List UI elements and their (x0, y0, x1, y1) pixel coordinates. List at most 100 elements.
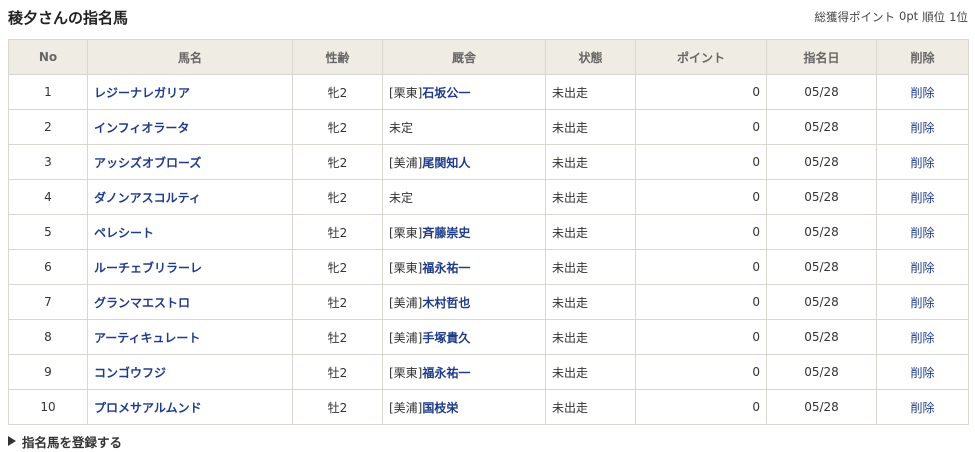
row-no: 2 (8, 109, 88, 145)
pick-date: 05/28 (766, 354, 877, 390)
trainer-link[interactable]: 石坂公一 (422, 86, 470, 100)
stable-region: [栗東] (389, 365, 423, 380)
stable-cell: [栗東]福永祐一 (382, 354, 546, 390)
column-header-status: 状態 (545, 39, 636, 75)
status: 未出走 (545, 354, 636, 390)
table-row: 10 プロメサアルムンド 牡2 [美浦]国枝栄 未出走 0 05/28 削除 (8, 389, 969, 425)
stable-cell: 未定 (382, 179, 546, 215)
points: 0 (635, 249, 767, 285)
picks-table: No 馬名 性齢 厩舎 状態 ポイント 指名日 削除 1 レジーナレガリア 牝2 [栗… (8, 39, 969, 425)
sex-age: 牡2 (292, 389, 383, 425)
horse-name-link[interactable]: インフィオラータ (94, 121, 189, 135)
horse-name-link[interactable]: ルーチェブリラーレ (94, 261, 202, 275)
status: 未出走 (545, 214, 636, 250)
stable-region: 未定 (389, 190, 414, 205)
pick-date: 05/28 (766, 389, 877, 425)
sex-age: 牝2 (292, 249, 383, 285)
horse-name-link[interactable]: アーティキュレート (94, 331, 200, 345)
horse-name-link[interactable]: アッシズオブローズ (94, 156, 201, 170)
column-header-delete: 削除 (876, 39, 969, 75)
row-no: 7 (8, 284, 88, 320)
status: 未出走 (545, 319, 636, 355)
points-summary: 総獲得ポイント 0pt 順位 1位 (815, 9, 968, 25)
horse-name-link[interactable]: プロメサアルムンド (94, 401, 202, 415)
trainer-link[interactable]: 福永祐一 (422, 366, 470, 380)
sex-age: 牝2 (292, 144, 383, 180)
register-horse-label: 指名馬を登録する (22, 434, 123, 450)
column-header-points: ポイント (635, 39, 767, 75)
horse-name-link[interactable]: グランマエストロ (94, 296, 190, 310)
trainer-link[interactable]: 福永祐一 (422, 261, 470, 275)
stable-region: [美浦] (389, 400, 423, 415)
horse-name-link[interactable]: コンゴウフジ (94, 366, 166, 380)
status: 未出走 (545, 109, 636, 145)
row-no: 9 (8, 354, 88, 390)
stable-cell: 未定 (382, 109, 546, 145)
stable-region: [栗東] (389, 260, 423, 275)
sex-age: 牝2 (292, 74, 383, 110)
total-points-value: 0pt (899, 9, 919, 23)
trainer-link[interactable]: 尾関知人 (422, 156, 470, 170)
points: 0 (635, 214, 767, 250)
status: 未出走 (545, 179, 636, 215)
sex-age: 牝2 (292, 179, 383, 215)
status: 未出走 (545, 389, 636, 425)
delete-link[interactable]: 削除 (910, 156, 934, 170)
triangle-right-icon (8, 436, 16, 446)
points: 0 (635, 109, 767, 145)
row-no: 8 (8, 319, 88, 355)
table-body: 1 レジーナレガリア 牝2 [栗東]石坂公一 未出走 0 05/28 削除 2 インフィオラータ牝… (8, 74, 969, 425)
table-row: 8 アーティキュレート 牡2 [美浦]手塚貴久 未出走 0 05/28 削除 (8, 319, 969, 355)
points: 0 (635, 389, 767, 425)
horse-name-link[interactable]: レジーナレガリア (94, 86, 190, 100)
delete-link[interactable]: 削除 (910, 296, 934, 310)
horse-name-link[interactable]: ダノンアスコルティ (94, 191, 201, 205)
sex-age: 牡2 (292, 214, 383, 250)
pick-date: 05/28 (766, 319, 877, 355)
stable-cell: [栗東]福永祐一 (382, 249, 546, 285)
table-header-row: No 馬名 性齢 厩舎 状態 ポイント 指名日 削除 (8, 39, 969, 75)
register-horse-link[interactable]: 指名馬を登録する (8, 432, 122, 450)
table-row: 3 アッシズオブローズ 牝2 [美浦]尾関知人 未出走 0 05/28 削除 (8, 144, 969, 180)
delete-link[interactable]: 削除 (910, 261, 934, 275)
trainer-link[interactable]: 斉藤崇史 (422, 226, 470, 240)
trainer-link[interactable]: 木村哲也 (422, 296, 470, 310)
stable-cell: [栗東]斉藤崇史 (382, 214, 546, 250)
points: 0 (635, 319, 767, 355)
status: 未出走 (545, 74, 636, 110)
delete-link[interactable]: 削除 (910, 401, 934, 415)
stable-region: [美浦] (389, 295, 423, 310)
column-header-name: 馬名 (87, 39, 293, 75)
delete-link[interactable]: 削除 (910, 331, 934, 345)
delete-link[interactable]: 削除 (910, 86, 934, 100)
trainer-link[interactable]: 手塚貴久 (422, 331, 470, 345)
sex-age: 牡2 (292, 284, 383, 320)
sex-age: 牡2 (292, 354, 383, 390)
pick-date: 05/28 (766, 284, 877, 320)
table-row: 9 コンゴウフジ 牡2 [栗東]福永祐一 未出走 0 05/28 削除 (8, 354, 969, 390)
trainer-link[interactable]: 国枝栄 (422, 401, 458, 415)
column-header-no: No (8, 39, 88, 75)
rank-label: 順位 (922, 10, 946, 24)
status: 未出走 (545, 284, 636, 320)
row-no: 5 (8, 214, 88, 250)
column-header-date: 指名日 (766, 39, 877, 75)
delete-link[interactable]: 削除 (910, 366, 934, 380)
points: 0 (635, 74, 767, 110)
stable-cell: [栗東]石坂公一 (382, 74, 546, 110)
table-row: 2 インフィオラータ 牝2 未定 未出走 0 05/28 削除 (8, 109, 969, 145)
delete-link[interactable]: 削除 (910, 121, 934, 135)
delete-link[interactable]: 削除 (910, 226, 934, 240)
stable-region: 未定 (389, 120, 414, 135)
points: 0 (635, 354, 767, 390)
pick-date: 05/28 (766, 179, 877, 215)
row-no: 10 (8, 389, 88, 425)
status: 未出走 (545, 144, 636, 180)
pick-date: 05/28 (766, 144, 877, 180)
points: 0 (635, 179, 767, 215)
row-no: 3 (8, 144, 88, 180)
pick-date: 05/28 (766, 74, 877, 110)
horse-name-link[interactable]: ペレシート (94, 226, 154, 240)
delete-link[interactable]: 削除 (910, 191, 934, 205)
stable-cell: [美浦]木村哲也 (382, 284, 546, 320)
